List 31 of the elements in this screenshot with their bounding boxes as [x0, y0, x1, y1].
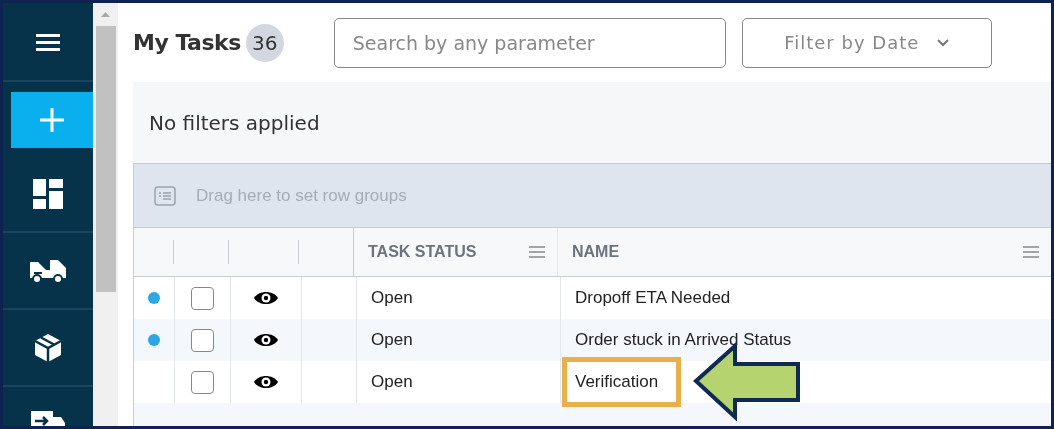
chevron-down-icon — [937, 38, 950, 47]
task-count: 36 — [245, 23, 284, 62]
table-cell: Open — [371, 330, 413, 350]
filter-status: No filters applied — [149, 110, 320, 135]
row-checkbox[interactable] — [191, 286, 214, 310]
table-cell: Open — [371, 288, 413, 308]
group-bar-hint: Drag here to set row groups — [196, 185, 407, 206]
table-cell: Dropoff ETA Needed — [575, 288, 731, 308]
eye-icon[interactable] — [253, 332, 279, 348]
scrollbar-thumb[interactable] — [95, 26, 116, 292]
row-checkbox[interactable] — [191, 328, 214, 352]
page-title: My Tasks — [133, 30, 241, 55]
scroll-up-icon — [101, 12, 110, 17]
row-checkbox[interactable] — [191, 370, 214, 394]
column-header[interactable]: NAME — [572, 243, 620, 261]
table-cell: Verification — [575, 372, 659, 392]
column-header[interactable]: TASK STATUS — [368, 243, 477, 261]
dashboard-icon — [33, 178, 63, 209]
table-cell: Open — [371, 372, 413, 392]
scrollbar[interactable] — [93, 3, 118, 426]
menu-icon — [36, 32, 60, 51]
plus-icon — [40, 108, 64, 132]
row-group-icon — [154, 185, 176, 206]
eye-icon[interactable] — [253, 374, 279, 390]
date-filter-dropdown[interactable]: Filter by Date — [741, 17, 992, 68]
truck-icon — [30, 257, 66, 284]
arrow-icon — [693, 343, 802, 421]
eye-icon[interactable] — [253, 290, 279, 306]
box-icon — [33, 332, 63, 363]
table-cell: Order stuck in Arrived Status — [575, 330, 792, 350]
search-field[interactable]: Search by any parameter — [333, 17, 726, 68]
